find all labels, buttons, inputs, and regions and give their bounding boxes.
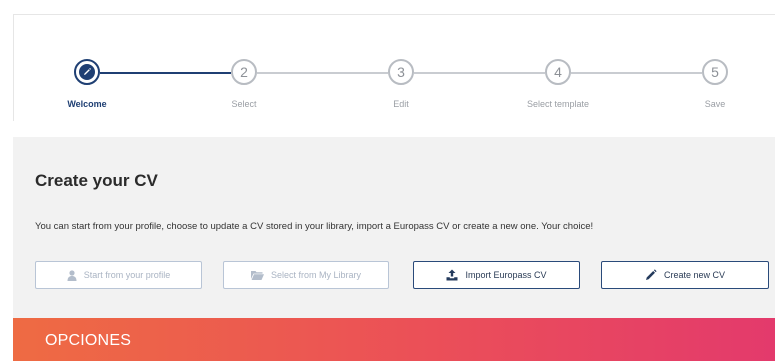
- step-2-label: Select: [231, 99, 257, 109]
- step-4-label: Select template: [526, 99, 590, 109]
- create-new-cv-label: Create new CV: [663, 270, 726, 280]
- step-5-circle[interactable]: 5: [702, 59, 728, 85]
- page-description: You can start from your profile, choose …: [35, 221, 594, 232]
- start-from-profile-label: Start from your profile: [83, 270, 171, 280]
- step-5-number: 5: [711, 64, 719, 80]
- options-banner: OPCIONES: [13, 318, 775, 361]
- progress-stepper: 2 3 4 5 Welcome Select Edit Select templ…: [13, 14, 775, 121]
- user-icon: [67, 269, 77, 281]
- pencil-icon: [645, 269, 657, 281]
- step-4-number: 4: [554, 64, 562, 80]
- import-europass-button[interactable]: Import Europass CV: [413, 261, 580, 289]
- step-connector-1: [100, 72, 231, 74]
- step-connector-3: [414, 72, 545, 74]
- step-3-circle[interactable]: 3: [388, 59, 414, 85]
- folder-icon: [250, 270, 264, 280]
- step-1-label: Welcome: [67, 99, 107, 109]
- page-title: Create your CV: [35, 171, 158, 190]
- step-2-number: 2: [240, 64, 248, 80]
- import-europass-label: Import Europass CV: [465, 270, 547, 280]
- upload-icon: [446, 269, 458, 281]
- select-from-library-label: Select from My Library: [270, 270, 362, 280]
- step-2-circle[interactable]: 2: [231, 59, 257, 85]
- select-from-library-button[interactable]: Select from My Library: [223, 261, 389, 289]
- step-connector-2: [257, 72, 388, 74]
- step-3-number: 3: [397, 64, 405, 80]
- start-from-profile-button[interactable]: Start from your profile: [35, 261, 202, 289]
- step-1-circle[interactable]: [74, 59, 100, 85]
- step-5-label: Save: [704, 99, 726, 109]
- step-3-label: Edit: [393, 99, 409, 109]
- step-connector-4: [571, 72, 702, 74]
- create-cv-panel: Create your CV You can start from your p…: [13, 137, 775, 318]
- create-new-cv-button[interactable]: Create new CV: [601, 261, 769, 289]
- pencil-icon: [79, 64, 95, 80]
- banner-title: OPCIONES: [45, 332, 132, 349]
- step-4-circle[interactable]: 4: [545, 59, 571, 85]
